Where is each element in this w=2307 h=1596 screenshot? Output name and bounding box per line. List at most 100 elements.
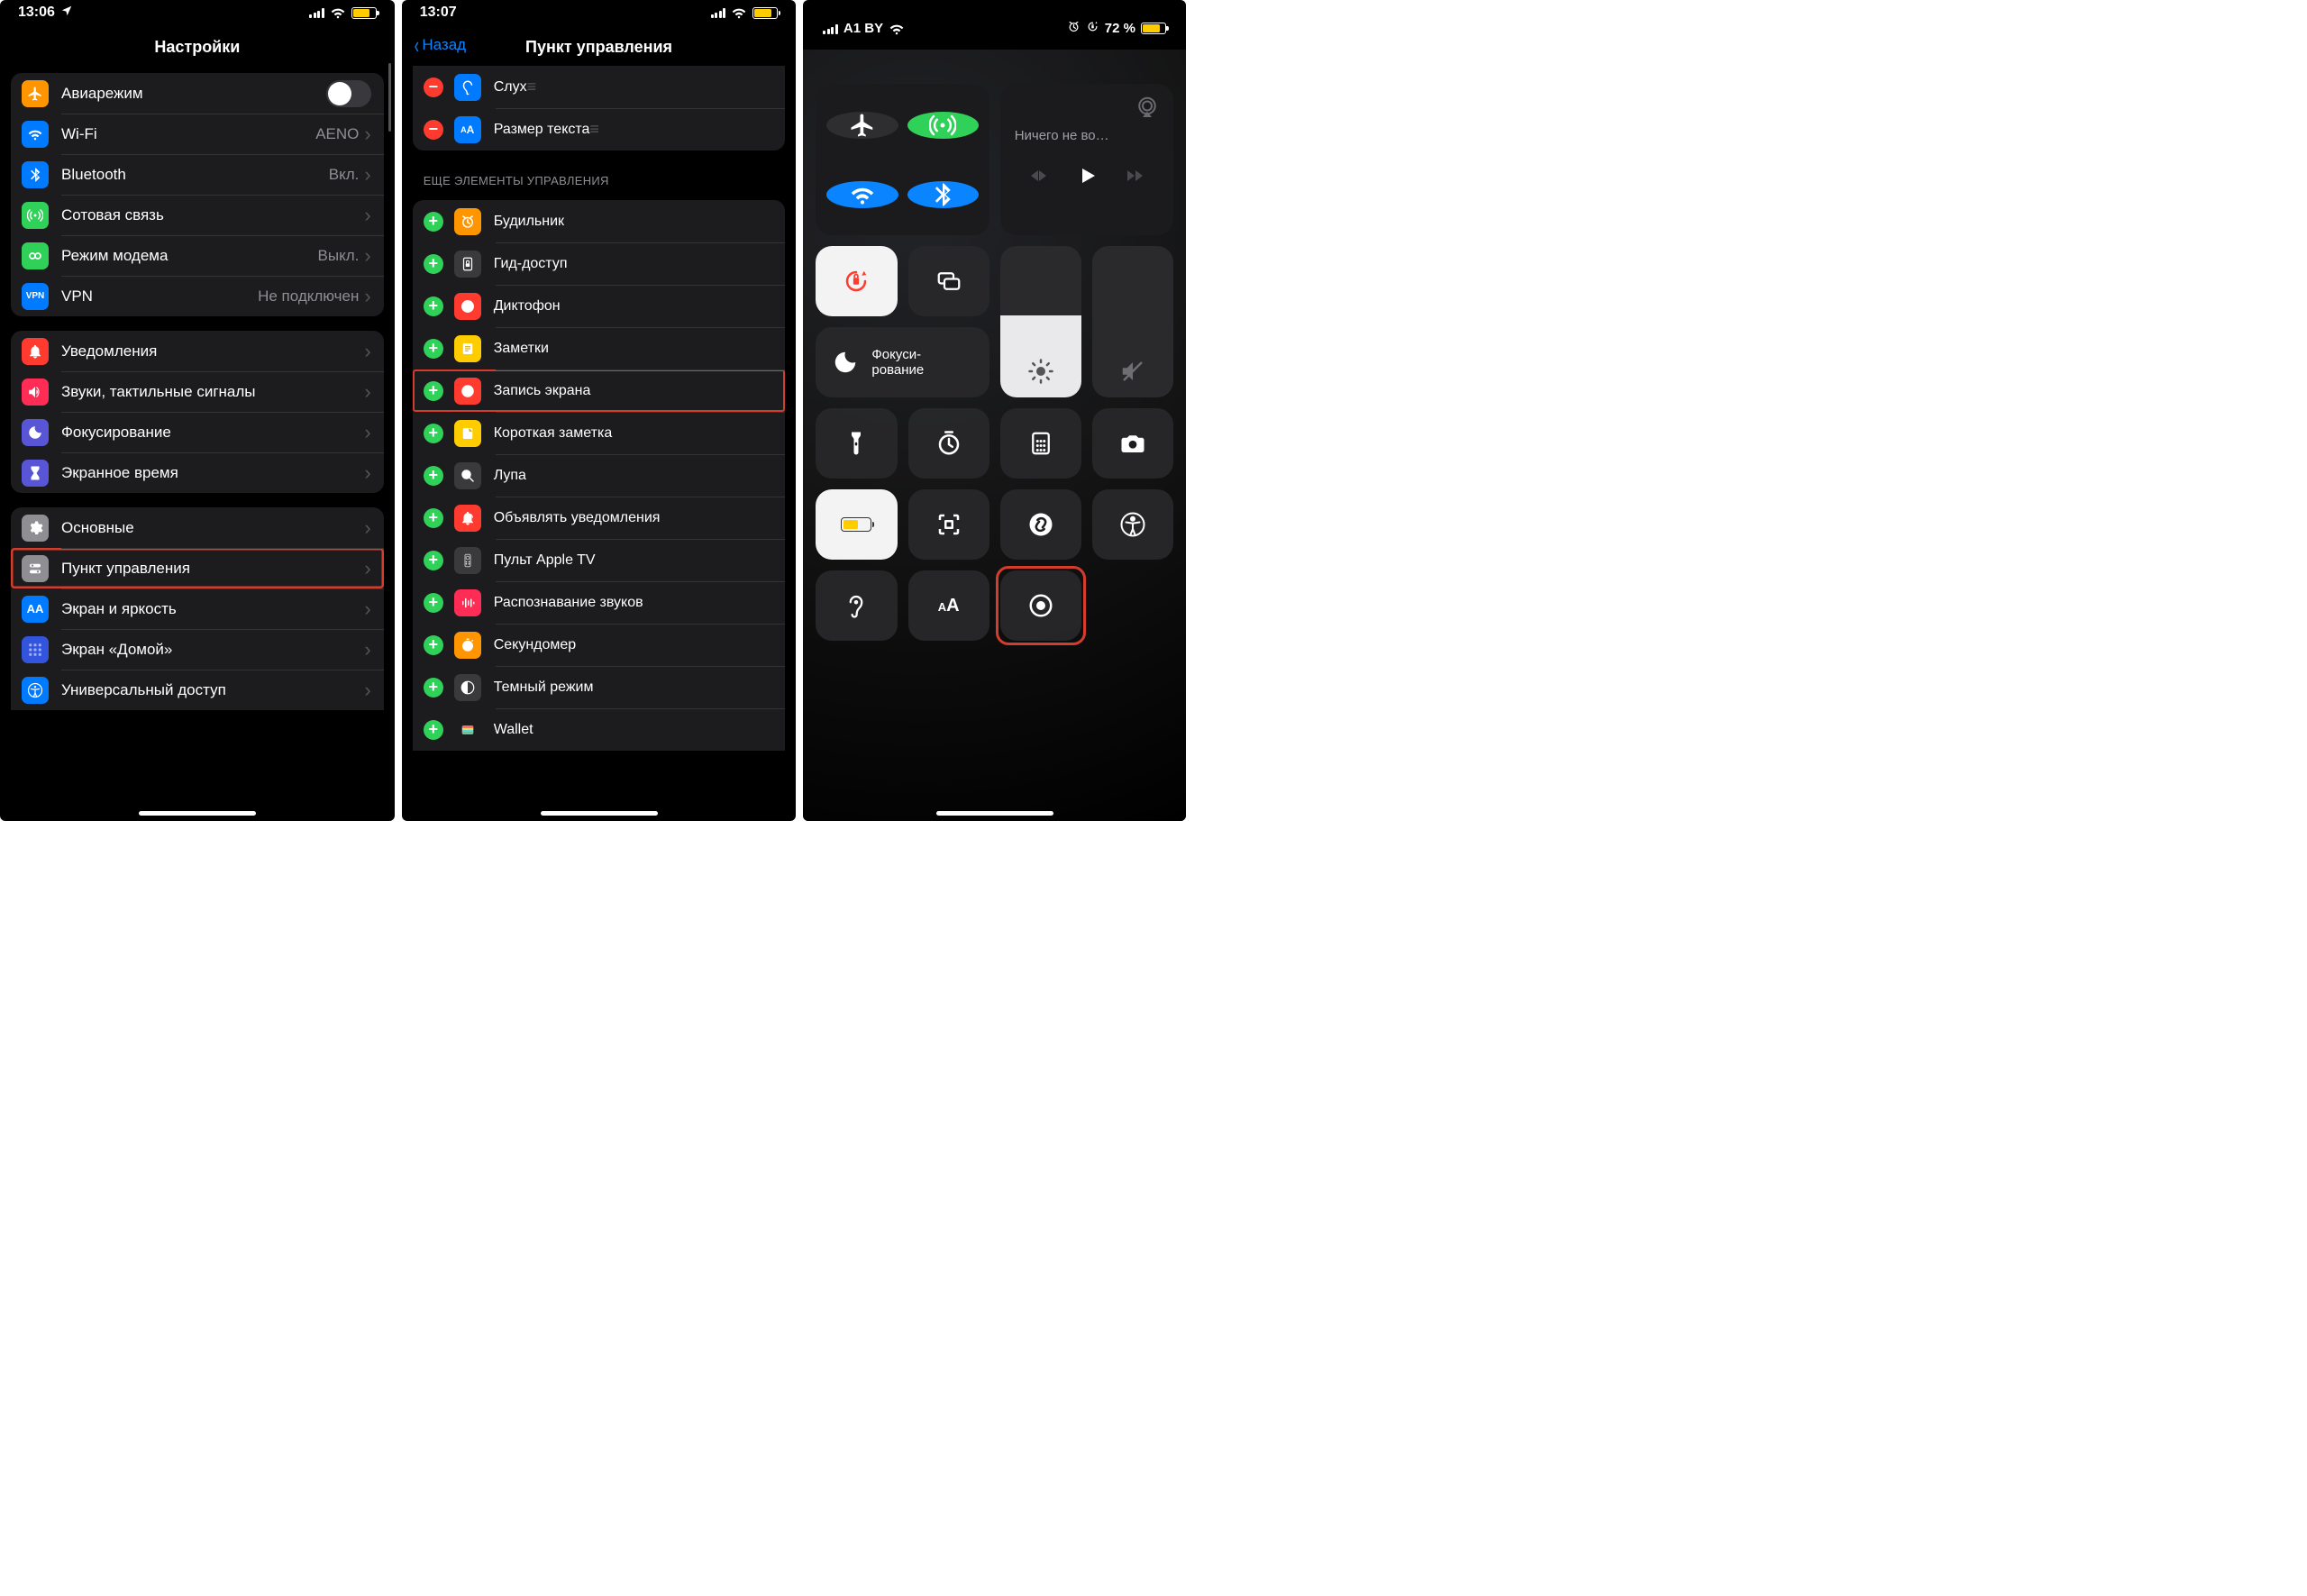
row-hotspot[interactable]: Режим модема Выкл. › [11,235,384,276]
text-size-tile[interactable]: AA [908,570,989,641]
home-indicator[interactable] [936,811,1053,816]
row-airplane[interactable]: Авиарежим [11,73,384,114]
screen-record-tile[interactable] [1000,570,1081,641]
add-button[interactable]: + [424,254,443,274]
row-label: Короткая заметка [494,425,613,442]
row-vpn[interactable]: VPN VPN Не подключен › [11,276,384,316]
more-darkmode[interactable]: +Темный режим [413,666,786,708]
row-accessibility[interactable]: Универсальный доступ› [11,670,384,710]
row-display[interactable]: AA Экран и яркость› [11,588,384,629]
more-screenrec[interactable]: +Запись экрана [413,369,786,412]
add-button[interactable]: + [424,551,443,570]
timer-tile[interactable] [908,408,989,479]
row-sounds[interactable]: Звуки, тактильные сигналы› [11,371,384,412]
row-general[interactable]: Основные› [11,507,384,548]
remove-button[interactable]: − [424,78,443,97]
row-wifi[interactable]: Wi-Fi AENO › [11,114,384,154]
row-screentime[interactable]: Экранное время› [11,452,384,493]
chevron-right-icon: › [364,123,370,146]
drag-handle-icon[interactable]: ≡ [527,78,534,96]
remove-button[interactable]: − [424,120,443,140]
row-notifications[interactable]: Уведомления› [11,331,384,371]
wifi-icon [889,23,905,35]
focus-tile[interactable]: Фокуси- рование [816,327,989,397]
row-control-center[interactable]: Пункт управления› [11,548,384,588]
add-button[interactable]: + [424,212,443,232]
soundrec-icon [454,589,481,616]
alarm-icon [454,208,481,235]
rotation-lock-tile[interactable] [816,246,897,316]
add-button[interactable]: + [424,593,443,613]
status-bar: 13:07 [402,0,797,25]
row-label: Звуки, тактильные сигналы [61,383,364,401]
hearing-tile[interactable] [816,570,897,641]
brightness-slider[interactable] [1000,246,1081,397]
add-button[interactable]: + [424,720,443,740]
chevron-right-icon: › [364,557,370,580]
moon-icon [22,419,49,446]
shazam-tile[interactable] [1000,489,1081,560]
row-label: Диктофон [494,298,561,315]
carrier-label: A1 BY [843,21,883,36]
add-button[interactable]: + [424,381,443,401]
drag-handle-icon[interactable]: ≡ [589,120,597,139]
add-button[interactable]: + [424,466,443,486]
media-prev-button[interactable] [1027,165,1049,191]
chevron-right-icon: › [364,163,370,187]
row-bluetooth[interactable]: Bluetooth Вкл. › [11,154,384,195]
add-button[interactable]: + [424,508,443,528]
connectivity-tile [816,84,989,235]
included-textsize[interactable]: − AA Размер текста ≡ [413,108,786,150]
camera-tile[interactable] [1092,408,1173,479]
media-next-button[interactable] [1124,165,1145,191]
airplay-icon[interactable] [1134,95,1161,126]
row-focus[interactable]: Фокусирование› [11,412,384,452]
included-hearing[interactable]: − Слух ≡ [413,66,786,108]
scroll-indicator[interactable] [388,63,391,132]
more-appletv[interactable]: +Пульт Apple TV [413,539,786,581]
accessibility-shortcut-tile[interactable] [1092,489,1173,560]
more-soundrec[interactable]: +Распознавание звуков [413,581,786,624]
volume-slider[interactable] [1092,246,1173,397]
more-stopwatch[interactable]: +Секундомер [413,624,786,666]
media-play-button[interactable] [1076,165,1098,191]
more-magnifier[interactable]: +Лупа [413,454,786,497]
low-power-tile[interactable] [816,489,897,560]
bluetooth-toggle[interactable] [907,181,979,208]
add-button[interactable]: + [424,678,443,698]
announce-icon [454,505,481,532]
airplane-toggle[interactable] [826,112,898,139]
more-notes[interactable]: +Заметки [413,327,786,369]
home-indicator[interactable] [139,811,256,816]
more-quicknote[interactable]: + Короткая заметка [413,412,786,454]
more-alarm[interactable]: +Будильник [413,200,786,242]
row-label: Bluetooth [61,166,329,184]
qr-scan-tile[interactable] [908,489,989,560]
more-voicememo[interactable]: + Диктофон [413,285,786,327]
add-button[interactable]: + [424,424,443,443]
airplane-toggle[interactable] [326,80,371,107]
more-announce[interactable]: +Объявлять уведомления [413,497,786,539]
media-tile[interactable]: Ничего не во… [1000,84,1173,235]
add-button[interactable]: + [424,635,443,655]
battery-percent: 72 % [1105,21,1135,36]
gear-icon [22,515,49,542]
more-guided[interactable]: +Гид-доступ [413,242,786,285]
chevron-right-icon: › [364,285,370,308]
screen-mirroring-tile[interactable] [908,246,989,316]
row-label: Авиарежим [61,85,326,103]
row-cellular[interactable]: Сотовая связь › [11,195,384,235]
row-label: Размер текста [494,122,590,138]
flashlight-tile[interactable] [816,408,897,479]
calculator-tile[interactable] [1000,408,1081,479]
add-button[interactable]: + [424,339,443,359]
back-button[interactable]: ‹Назад [413,36,466,54]
add-button[interactable]: + [424,296,443,316]
row-homescreen[interactable]: Экран «Домой»› [11,629,384,670]
wifi-toggle[interactable] [826,181,898,208]
chevron-left-icon: ‹ [414,39,418,51]
more-wallet[interactable]: +Wallet [413,708,786,751]
cellular-toggle[interactable] [907,112,979,139]
chevron-right-icon: › [364,597,370,621]
home-indicator[interactable] [541,811,658,816]
